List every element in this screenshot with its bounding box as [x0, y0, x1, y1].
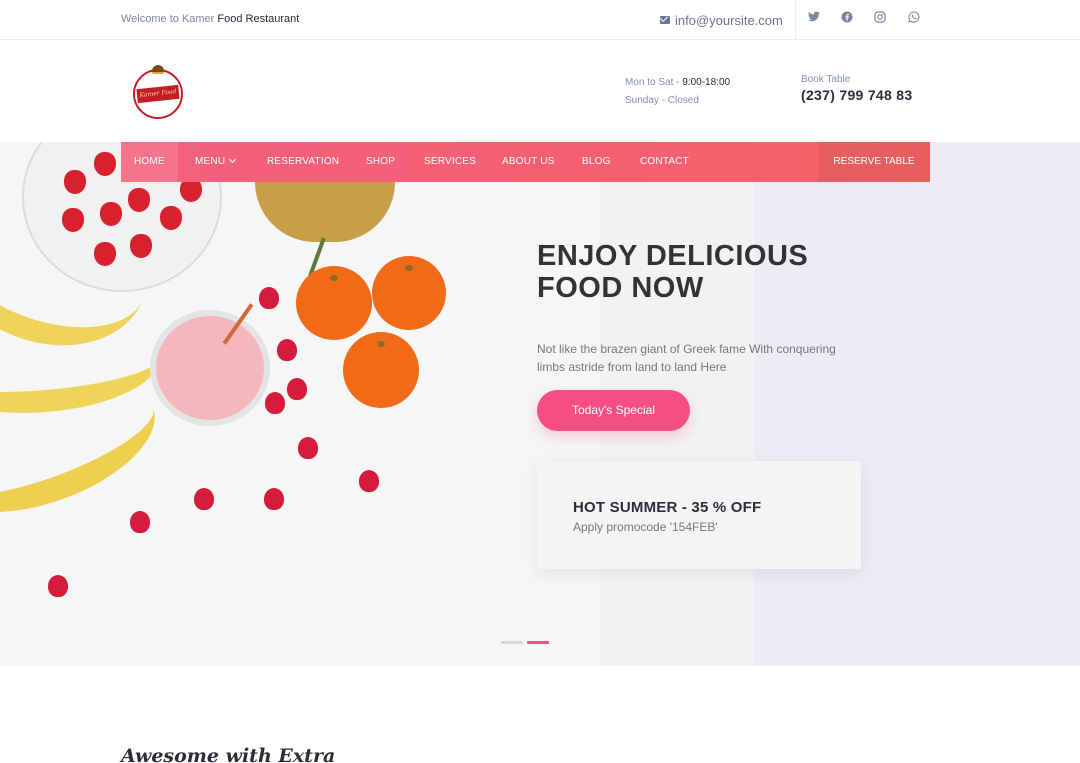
welcome-prefix: Welcome to Kamer [121, 13, 218, 25]
slider-dots [501, 641, 549, 644]
nav-blog[interactable]: BLOG [582, 142, 611, 182]
book-table: Book Table (237) 799 748 83 [801, 74, 912, 103]
raspberry [265, 392, 285, 414]
reserve-table-button[interactable]: RESERVE TABLE [818, 142, 930, 182]
book-table-phone[interactable]: (237) 799 748 83 [801, 87, 912, 103]
strawberry [160, 206, 182, 230]
hours-weekday-label: Mon to Sat - [625, 77, 683, 88]
section-title: Awesome with Extra [121, 745, 336, 763]
nav-home[interactable]: HOME [121, 142, 178, 182]
hero-title: ENJOY DELICIOUS FOOD NOW [537, 240, 857, 304]
todays-special-button[interactable]: Today's Special [537, 390, 690, 431]
orange [296, 266, 372, 340]
nav-reservation[interactable]: RESERVATION [267, 142, 339, 182]
hero-title-line2: FOOD NOW [537, 272, 704, 304]
promo-title: HOT SUMMER - 35 % OFF [573, 499, 762, 516]
raspberry [277, 339, 297, 361]
logo-text: Kamer Food [136, 84, 180, 104]
main-nav: HOME MENU RESERVATION SHOP SERVICES ABOU… [121, 142, 930, 182]
raspberry [259, 287, 279, 309]
strawberry [128, 188, 150, 212]
raspberry [298, 437, 318, 459]
hero-title-line1: ENJOY DELICIOUS [537, 240, 809, 272]
welcome-text: Welcome to Kamer Food Restaurant [121, 13, 299, 25]
instagram-icon[interactable] [873, 11, 887, 25]
promo-card: HOT SUMMER - 35 % OFF Apply promocode '1… [537, 461, 861, 569]
raspberry [287, 378, 307, 400]
promo-code: Apply promocode '154FEB' [573, 520, 718, 534]
orange [343, 332, 419, 408]
envelope-icon [660, 16, 670, 24]
nav-services[interactable]: SERVICES [424, 142, 476, 182]
twitter-icon[interactable] [807, 11, 821, 25]
raspberry [130, 511, 150, 533]
chevron-down-icon [229, 155, 237, 164]
hours-weekday: Mon to Sat - 9:00-18:00 [625, 74, 730, 92]
top-bar: Welcome to Kamer Food Restaurant info@yo… [0, 0, 1080, 40]
nav-about-us[interactable]: ABOUT US [502, 142, 555, 182]
opening-hours: Mon to Sat - 9:00-18:00 Sunday - Closed [625, 74, 730, 110]
welcome-restaurant-name: Food Restaurant [217, 13, 300, 25]
pineapple [255, 182, 395, 242]
raspberry [359, 470, 379, 492]
nav-contact[interactable]: CONTACT [640, 142, 689, 182]
facebook-icon[interactable] [840, 11, 854, 25]
burger-icon [152, 65, 164, 74]
nav-shop[interactable]: SHOP [366, 142, 395, 182]
hero-right-panel [755, 142, 1080, 666]
whatsapp-icon[interactable] [907, 11, 921, 25]
orange [372, 256, 446, 330]
raspberry [194, 488, 214, 510]
raspberry [48, 575, 68, 597]
hours-weekday-value: 9:00-18:00 [682, 77, 731, 88]
hero-image [0, 142, 600, 666]
nav-menu[interactable]: MENU [195, 142, 237, 182]
book-table-label: Book Table [801, 74, 851, 85]
slider-dot-1[interactable] [501, 641, 523, 644]
hours-sunday: Sunday - Closed [625, 95, 699, 106]
smoothie-glass [150, 310, 270, 426]
nav-menu-label: MENU [195, 156, 226, 167]
raspberry [264, 488, 284, 510]
header: Kamer Food Mon to Sat - 9:00-18:00 Sunda… [0, 40, 1080, 142]
email-address: info@yoursite.com [675, 12, 783, 28]
slider-dot-2[interactable] [527, 641, 549, 644]
hero-description: Not like the brazen giant of Greek fame … [537, 342, 836, 374]
email-link[interactable]: info@yoursite.com [660, 0, 796, 40]
strawberry [94, 152, 116, 176]
logo[interactable]: Kamer Food [133, 65, 183, 119]
